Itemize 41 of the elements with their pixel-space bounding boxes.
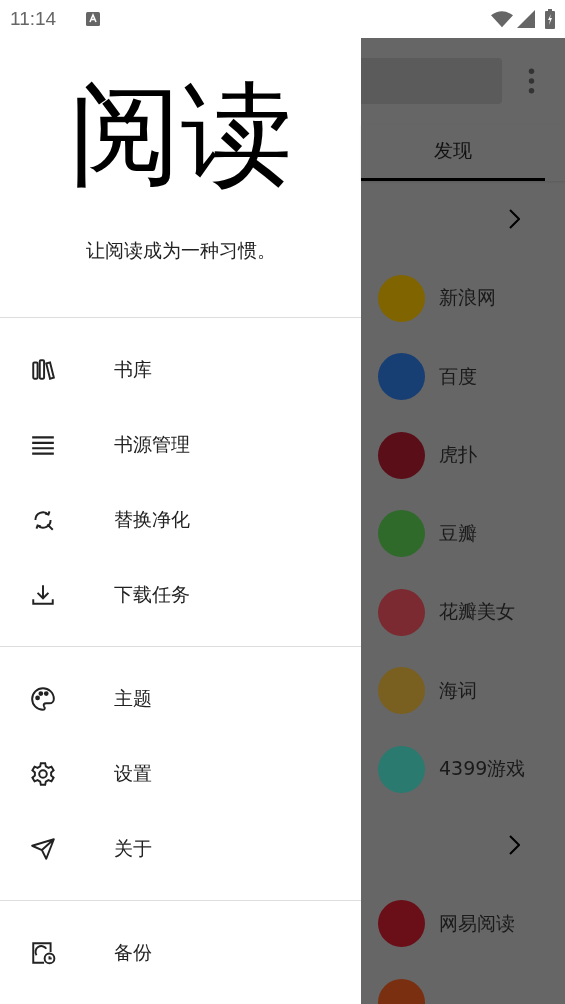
menu-label: 主题 [114,685,152,711]
menu-label: 下载任务 [114,581,190,607]
search-field[interactable] [361,58,502,104]
menu-label: 替换净化 [114,506,190,532]
menu-item[interactable]: 替换净化 [0,482,361,557]
site-name[interactable]: 百度 [439,363,477,390]
site-name[interactable]: 虎扑 [439,442,477,469]
site-name[interactable]: 新浪网 [439,285,496,312]
site-name[interactable]: 豆瓣 [439,520,477,547]
signal-icon [515,10,537,28]
palette-icon [30,685,56,712]
menu-label: 关于 [114,835,152,861]
menu-label: 备份 [114,939,152,965]
app-title: 阅读 [68,78,293,190]
menu-item[interactable]: 设置 [0,736,361,811]
menu-label: 书源管理 [114,431,190,457]
more-icon[interactable] [528,68,535,94]
paper-plane-icon [30,835,56,862]
backup-icon [30,939,56,966]
tab[interactable]: 发现 [361,124,545,181]
chevron-right-icon[interactable] [508,209,520,229]
menu-label: 设置 [114,760,152,786]
menu-item[interactable]: 下载任务 [0,557,361,632]
keyboard-icon [86,12,101,26]
menu-label: 书库 [114,356,152,382]
books-icon [30,356,56,383]
wifi-icon [491,10,513,28]
site-name[interactable]: 4399游戏 [439,756,526,783]
menu-item[interactable]: 书库 [0,332,361,407]
menu-item[interactable]: 主题 [0,661,361,736]
menu-item[interactable]: 关于 [0,811,361,886]
site-name[interactable]: 海词 [439,677,477,704]
chevron-right-icon[interactable] [508,834,520,855]
menu-item[interactable]: 备份 [0,915,361,990]
menu-item[interactable]: 书源管理 [0,407,361,482]
site-name[interactable]: 网易阅读 [439,910,515,937]
slogan: 让阅读成为一种习惯。 [85,238,276,263]
site-name[interactable]: 花瓣美女 [439,599,515,626]
battery-icon [545,9,555,29]
status-time: 11:14 [10,8,57,30]
settings-icon [30,760,56,787]
